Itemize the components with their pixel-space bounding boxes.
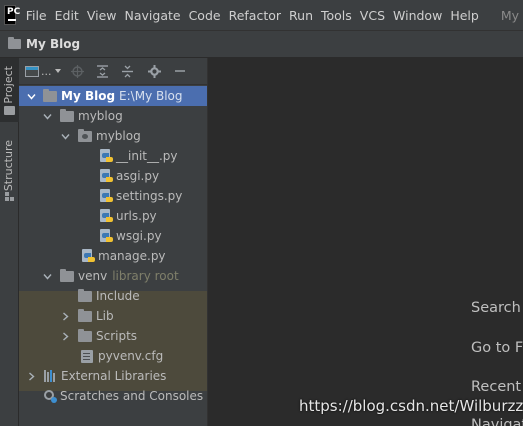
editor-empty-area bbox=[208, 58, 523, 426]
expand-all-icon[interactable] bbox=[94, 62, 112, 80]
folder-icon bbox=[78, 308, 92, 322]
tree-file[interactable]: settings.py bbox=[19, 186, 207, 206]
menu-file[interactable]: File bbox=[22, 8, 51, 23]
tree-file[interactable]: asgi.py bbox=[19, 166, 207, 186]
menu-code[interactable]: Code bbox=[185, 8, 225, 23]
menu-bar: PC File Edit View Navigate Code Refactor… bbox=[0, 0, 523, 30]
project-tool-tab[interactable]: Project bbox=[0, 58, 19, 122]
view-selector[interactable]: ... bbox=[25, 65, 61, 78]
python-file-icon bbox=[99, 189, 113, 203]
folder-label: Lib bbox=[96, 309, 114, 323]
chevron-down-icon[interactable] bbox=[59, 130, 71, 142]
hint-search-everywhere: Search bbox=[471, 300, 521, 316]
tree-file-pyvenv[interactable]: pyvenv.cfg bbox=[19, 346, 207, 366]
pycharm-logo-icon: PC bbox=[4, 5, 20, 25]
folder-label: venv bbox=[78, 269, 108, 283]
window-title: My bbox=[500, 7, 519, 23]
python-file-icon bbox=[99, 169, 113, 183]
file-label: manage.py bbox=[98, 249, 166, 263]
navigation-bar: My Blog bbox=[0, 30, 523, 58]
menu-help[interactable]: Help bbox=[446, 8, 483, 23]
scratches-icon bbox=[43, 389, 57, 403]
menu-navigate[interactable]: Navigate bbox=[121, 8, 185, 23]
folder-icon bbox=[78, 328, 92, 342]
chevron-right-icon[interactable] bbox=[59, 330, 71, 342]
structure-tab-label: Structure bbox=[2, 140, 15, 192]
chevron-down-icon[interactable] bbox=[41, 110, 53, 122]
root-name: My Blog bbox=[61, 89, 116, 103]
tree-package-myblog[interactable]: myblog bbox=[19, 126, 207, 146]
python-file-icon bbox=[99, 209, 113, 223]
python-file-icon bbox=[81, 249, 95, 263]
menu-edit[interactable]: Edit bbox=[51, 8, 83, 23]
breadcrumb-project[interactable]: My Blog bbox=[26, 37, 80, 51]
chevron-down-icon[interactable] bbox=[25, 90, 37, 102]
hint-go-to-file: Go to Fi bbox=[471, 340, 523, 356]
project-folder-icon bbox=[4, 106, 15, 115]
structure-tool-tab[interactable]: Structure bbox=[0, 136, 19, 206]
menu-refactor[interactable]: Refactor bbox=[225, 8, 285, 23]
file-label: urls.py bbox=[116, 209, 157, 223]
chevron-down-icon[interactable] bbox=[41, 270, 53, 282]
folder-icon bbox=[8, 37, 21, 49]
folder-label: myblog bbox=[78, 109, 123, 123]
watermark-url: https://blog.csdn.net/Wilburzzz bbox=[299, 397, 523, 415]
tree-folder-include[interactable]: Include bbox=[19, 286, 207, 306]
tree-file-manage[interactable]: manage.py bbox=[19, 246, 207, 266]
python-file-icon bbox=[99, 229, 113, 243]
package-label: myblog bbox=[96, 129, 141, 143]
tree-file[interactable]: wsgi.py bbox=[19, 226, 207, 246]
gear-icon[interactable] bbox=[146, 62, 164, 80]
minimize-icon[interactable] bbox=[171, 62, 189, 80]
logo-text: PC bbox=[7, 7, 21, 17]
tree-folder-lib[interactable]: Lib bbox=[19, 306, 207, 326]
locate-icon[interactable] bbox=[69, 62, 87, 80]
tree-root-my-blog[interactable]: My Blog E:\My Blog bbox=[19, 86, 207, 106]
tree-file[interactable]: __init__.py bbox=[19, 146, 207, 166]
menu-tools[interactable]: Tools bbox=[317, 8, 356, 23]
left-tool-strip: Project Structure bbox=[0, 58, 19, 426]
folder-icon bbox=[60, 268, 74, 282]
project-tab-label: Project bbox=[2, 66, 15, 104]
project-toolbar: ... bbox=[19, 58, 207, 85]
tree-file[interactable]: urls.py bbox=[19, 206, 207, 226]
package-folder-icon bbox=[78, 128, 92, 142]
menu-run[interactable]: Run bbox=[285, 8, 317, 23]
tree-external-libraries[interactable]: External Libraries bbox=[19, 366, 207, 386]
file-label: wsgi.py bbox=[116, 229, 162, 243]
menu-window[interactable]: Window bbox=[389, 8, 446, 23]
project-panel: ... My Blog E:\My Blog myblog myblog __i… bbox=[19, 58, 208, 426]
file-label: pyvenv.cfg bbox=[98, 349, 164, 363]
tree-folder-myblog[interactable]: myblog bbox=[19, 106, 207, 126]
file-label: __init__.py bbox=[116, 149, 178, 163]
chevron-right-icon[interactable] bbox=[25, 370, 37, 382]
folder-label: Include bbox=[96, 289, 140, 303]
tree-scratches[interactable]: Scratches and Consoles bbox=[19, 386, 207, 406]
window-icon bbox=[25, 65, 39, 77]
hint-recent-files: Recent bbox=[471, 379, 522, 395]
folder-icon bbox=[43, 88, 57, 102]
folder-label: Scripts bbox=[96, 329, 138, 343]
menu-vcs[interactable]: VCS bbox=[356, 8, 389, 23]
folder-icon bbox=[60, 108, 74, 122]
hint-navigation-bar: Navigat bbox=[471, 417, 523, 426]
chevron-right-icon[interactable] bbox=[59, 310, 71, 322]
tree-folder-venv[interactable]: venv library root bbox=[19, 266, 207, 286]
scratches-label: Scratches and Consoles bbox=[60, 389, 204, 403]
library-root-hint: library root bbox=[112, 269, 179, 283]
menu-view[interactable]: View bbox=[83, 8, 121, 23]
collapse-all-icon[interactable] bbox=[119, 62, 137, 80]
folder-icon bbox=[78, 288, 92, 302]
python-file-icon bbox=[99, 149, 113, 163]
tree-folder-scripts[interactable]: Scripts bbox=[19, 326, 207, 346]
chevron-down-icon bbox=[54, 69, 61, 73]
view-selector-label: ... bbox=[41, 64, 52, 78]
external-libraries-label: External Libraries bbox=[61, 369, 167, 383]
file-label: asgi.py bbox=[116, 169, 160, 183]
root-path: E:\My Blog bbox=[119, 89, 183, 103]
file-label: settings.py bbox=[116, 189, 183, 203]
config-file-icon bbox=[81, 349, 93, 363]
libraries-icon bbox=[43, 370, 58, 382]
structure-icon bbox=[5, 192, 14, 201]
